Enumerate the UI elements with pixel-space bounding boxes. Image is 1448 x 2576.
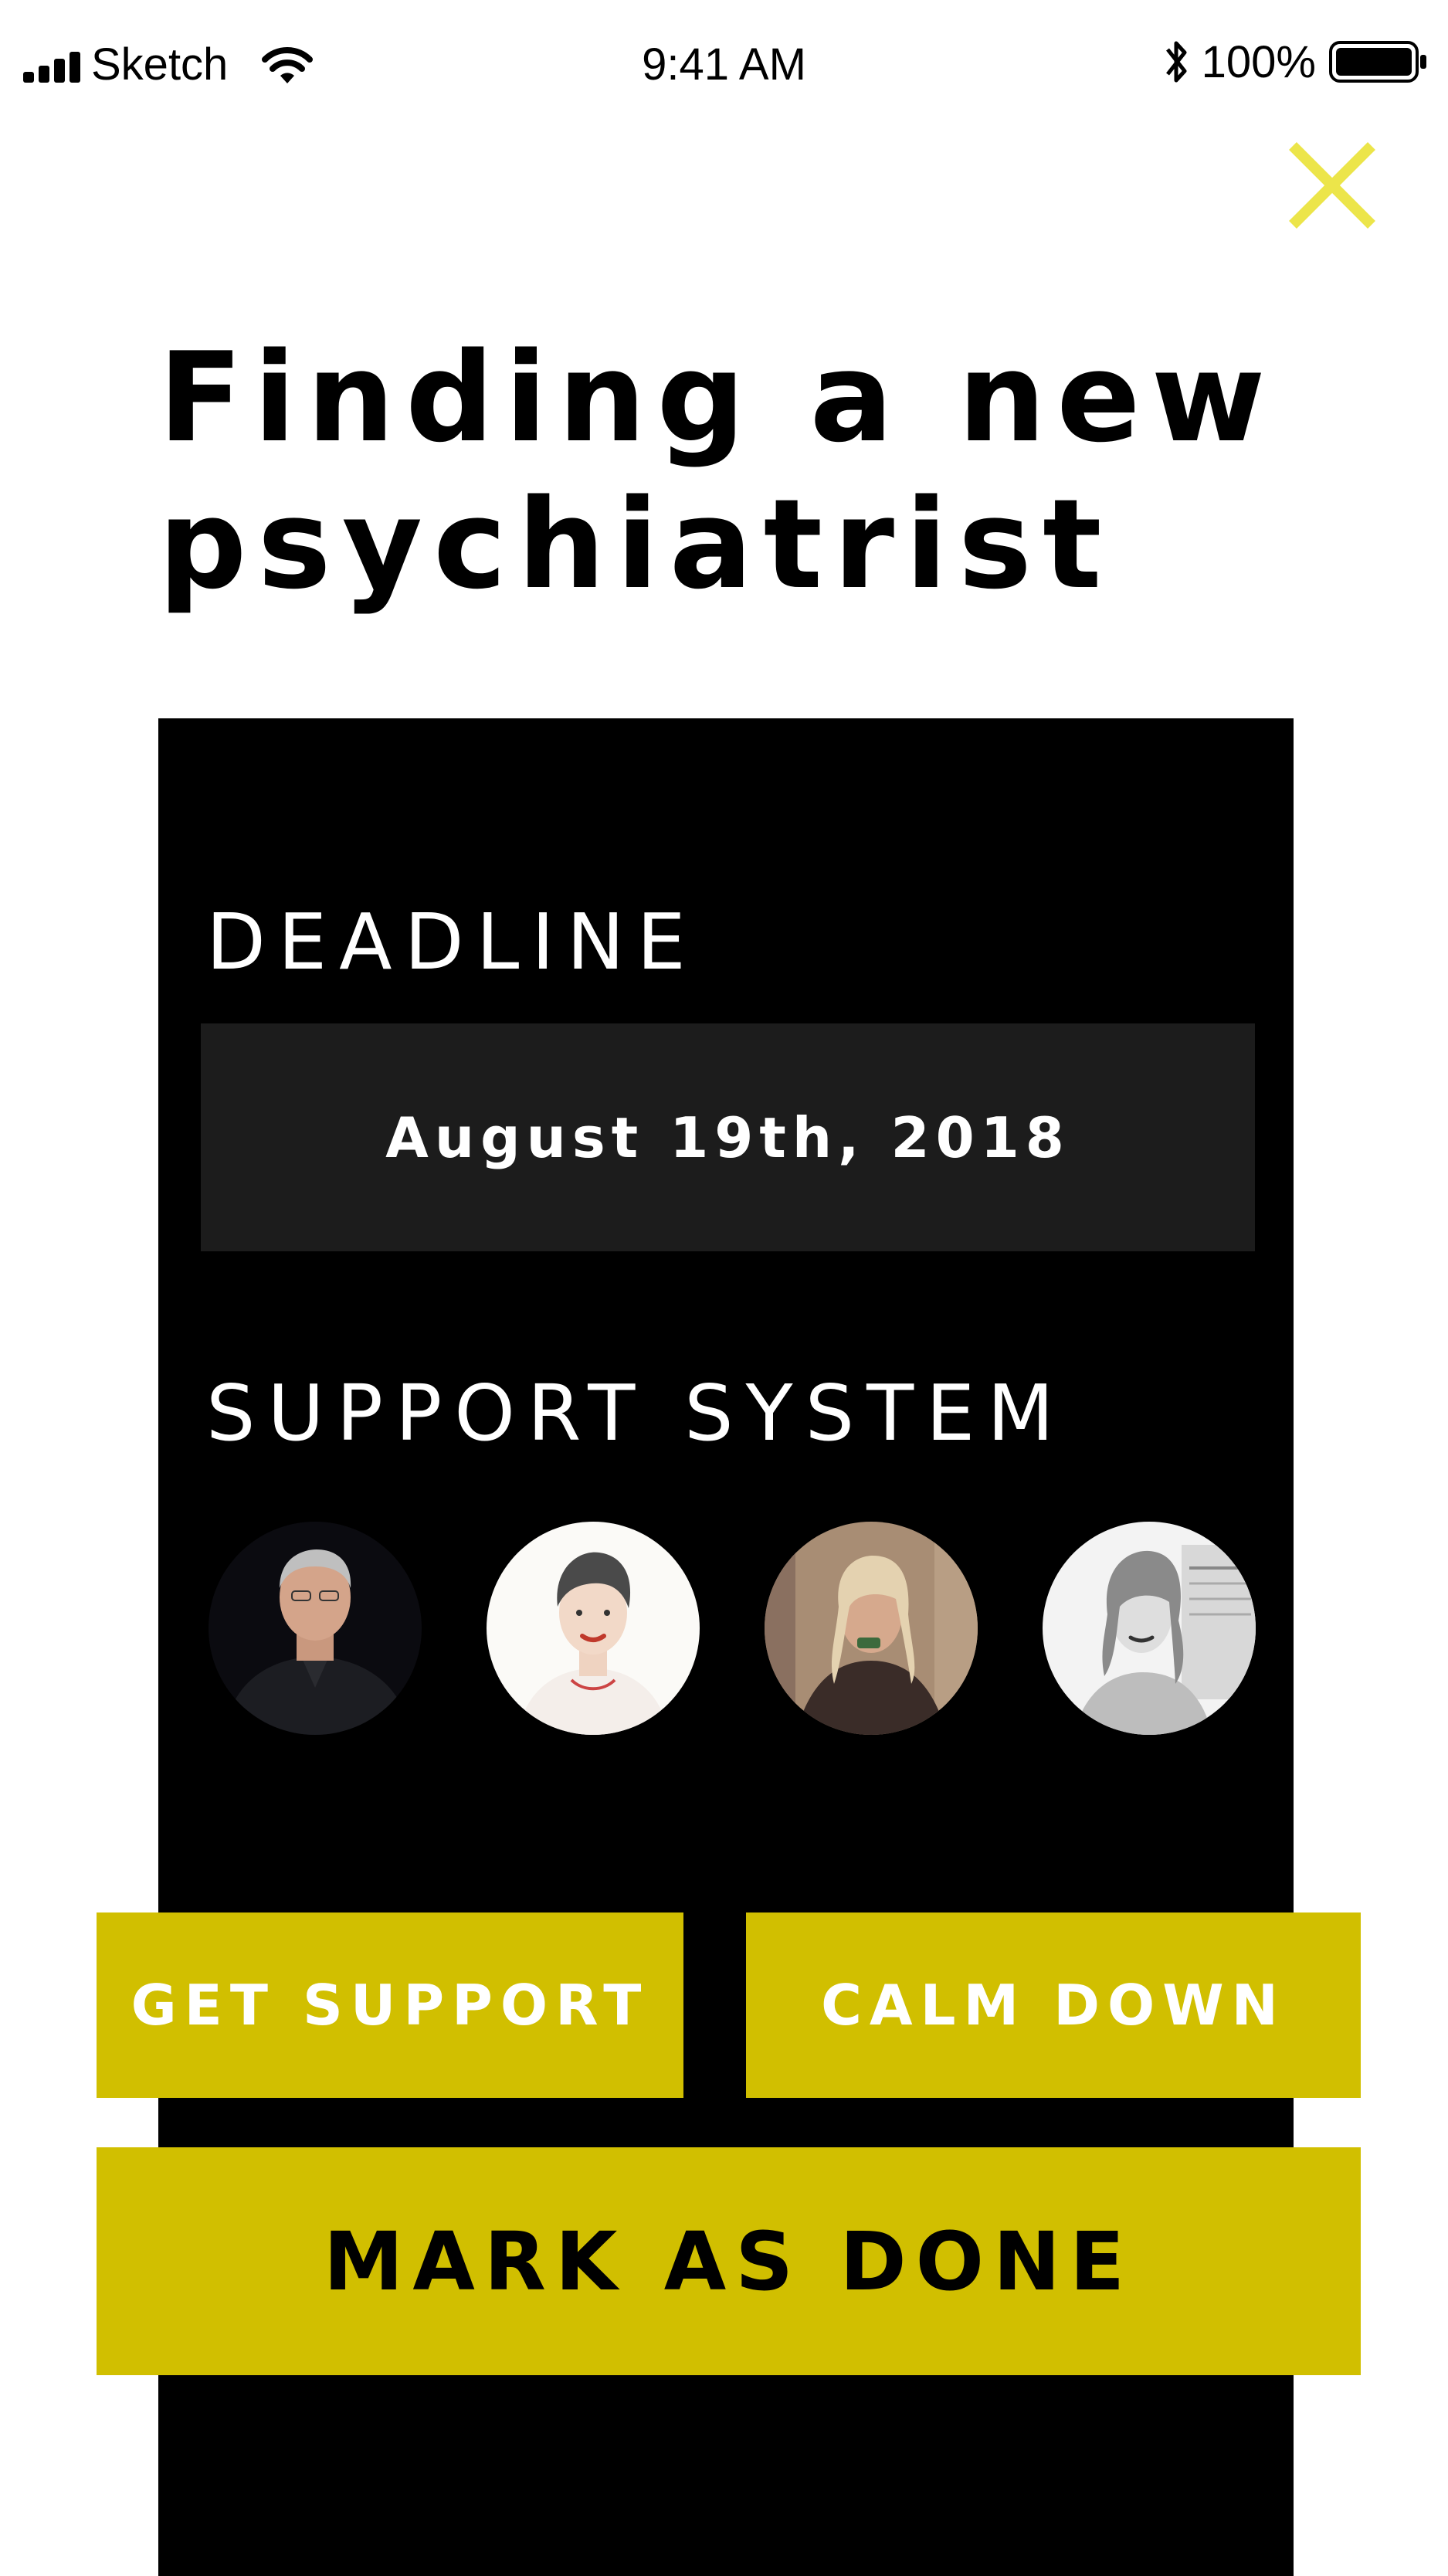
avatar[interactable] <box>1043 1522 1256 1735</box>
avatar[interactable] <box>487 1522 700 1735</box>
support-system-avatars <box>0 1522 1448 1738</box>
avatar[interactable] <box>765 1522 978 1735</box>
battery-icon <box>1329 41 1426 83</box>
avatar-photo-woman-blonde <box>765 1522 978 1735</box>
close-icon <box>1289 142 1375 229</box>
mark-as-done-button[interactable]: MARK AS DONE <box>97 2147 1361 2375</box>
page-title-line-2: psychiatrist <box>158 472 1113 616</box>
avatar-photo-woman-bw <box>1043 1522 1256 1735</box>
calm-down-button[interactable]: CALM DOWN <box>746 1912 1361 2098</box>
get-support-button[interactable]: GET SUPPORT <box>97 1912 683 2098</box>
deadline-date-field[interactable]: August 19th, 2018 <box>201 1023 1255 1251</box>
status-bar: Sketch 9:41 AM 100% <box>0 0 1448 131</box>
page-title: Finding a new psychiatrist <box>158 324 1332 618</box>
support-system-label: SUPPORT SYSTEM <box>206 1368 1067 1458</box>
status-bar-right: 100% <box>1161 36 1429 88</box>
bluetooth-icon <box>1165 41 1187 83</box>
avatar-illustrated-portrait <box>487 1522 700 1735</box>
page-title-line-1: Finding a new <box>158 325 1277 470</box>
avatar-photo-man-black-shirt <box>209 1522 422 1735</box>
close-button[interactable] <box>1282 135 1382 236</box>
battery-percent: 100% <box>1201 36 1316 87</box>
avatar[interactable] <box>209 1522 422 1735</box>
deadline-label: DEADLINE <box>206 897 698 987</box>
